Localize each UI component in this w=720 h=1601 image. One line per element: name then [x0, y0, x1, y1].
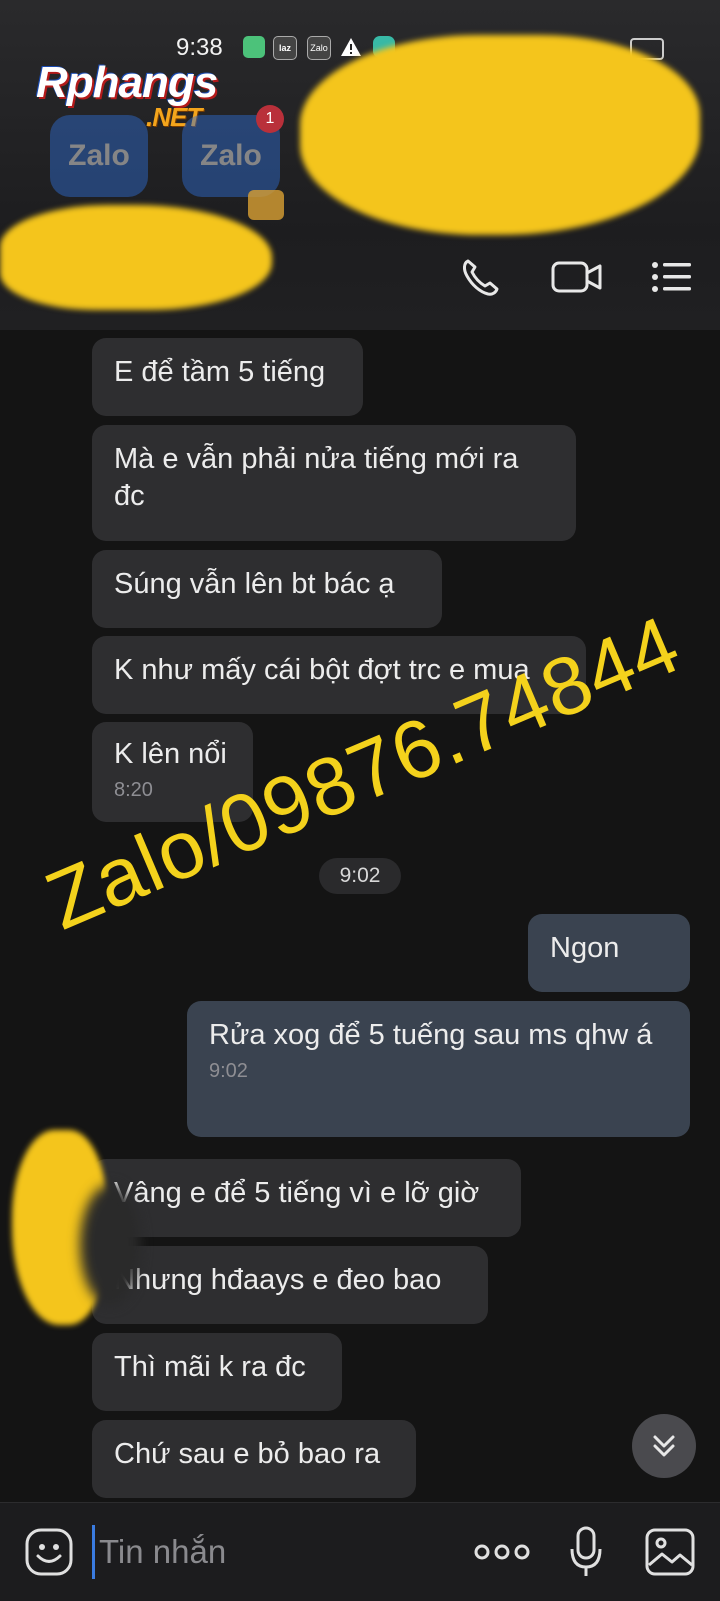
sticker-emoji-icon[interactable] — [24, 1527, 74, 1582]
lazada-icon: laz — [273, 36, 297, 60]
redaction-blob — [300, 35, 700, 235]
message-text: Vâng e để 5 tiếng vì e lỡ giờ — [114, 1177, 480, 1209]
avatar-blur — [80, 1185, 140, 1305]
microphone-icon[interactable] — [568, 1525, 604, 1584]
watermark-logo-main: Rphangs — [36, 58, 218, 107]
notification-badge: 1 — [256, 105, 284, 133]
zalo-icon: Zalo — [307, 36, 331, 60]
image-gallery-icon[interactable] — [644, 1527, 696, 1582]
more-options-icon[interactable] — [474, 1541, 530, 1568]
message-outgoing[interactable]: Ngon — [528, 914, 690, 992]
message-text: Ngon — [550, 932, 620, 964]
message-text: Mà e vẫn phải nửa tiếng mới ra đc — [114, 443, 519, 512]
message-text: Rửa xog để 5 tuếng sau ms qhw á — [209, 1019, 653, 1051]
zalo-clone-app-label: Zalo — [200, 139, 262, 172]
message-text: Thì mãi k ra đc — [114, 1351, 306, 1383]
warning-icon — [340, 36, 362, 58]
message-incoming[interactable]: Thì mãi k ra đc — [92, 1333, 342, 1411]
message-text: E để tầm 5 tiếng — [114, 356, 326, 388]
dual-app-icon — [248, 190, 284, 220]
top-bar: 9:38 laz Zalo Rphangs .NET Zalo Zalo 1 — [0, 0, 720, 330]
message-incoming[interactable]: Chứ sau e bỏ bao ra — [92, 1420, 416, 1498]
time-divider: 9:02 — [319, 858, 401, 894]
message-incoming[interactable]: Nhưng hđaays e đeo bao — [92, 1246, 488, 1324]
menu-icon[interactable] — [650, 255, 694, 304]
zalo-app-icon[interactable]: Zalo — [50, 115, 148, 197]
message-incoming[interactable]: Mà e vẫn phải nửa tiếng mới ra đc — [92, 425, 576, 541]
call-icon[interactable] — [458, 255, 502, 304]
message-composer — [0, 1502, 720, 1601]
message-text: Nhưng hđaays e đeo bao — [114, 1264, 442, 1296]
watermark-logo: Rphangs .NET — [36, 58, 218, 132]
message-text: Chứ sau e bỏ bao ra — [114, 1438, 381, 1470]
message-incoming[interactable]: Vâng e để 5 tiếng vì e lỡ giờ — [92, 1159, 521, 1237]
message-icon — [243, 36, 265, 58]
scroll-to-bottom-button[interactable] — [632, 1414, 696, 1478]
message-incoming[interactable]: Súng vẫn lên bt bác ạ — [92, 550, 442, 628]
message-outgoing[interactable]: Rửa xog để 5 tuếng sau ms qhw á 9:02 — [187, 1001, 690, 1137]
redaction-blob — [0, 205, 272, 310]
message-input[interactable] — [92, 1525, 441, 1579]
message-time: 9:02 — [209, 1060, 248, 1082]
double-chevron-down-icon — [653, 1435, 675, 1457]
message-text: Súng vẫn lên bt bác ạ — [114, 568, 395, 600]
message-text: K lên nổi — [114, 738, 227, 770]
message-incoming[interactable]: E để tầm 5 tiếng — [92, 338, 363, 416]
zalo-app-label: Zalo — [68, 139, 130, 172]
video-call-icon[interactable] — [550, 255, 604, 304]
